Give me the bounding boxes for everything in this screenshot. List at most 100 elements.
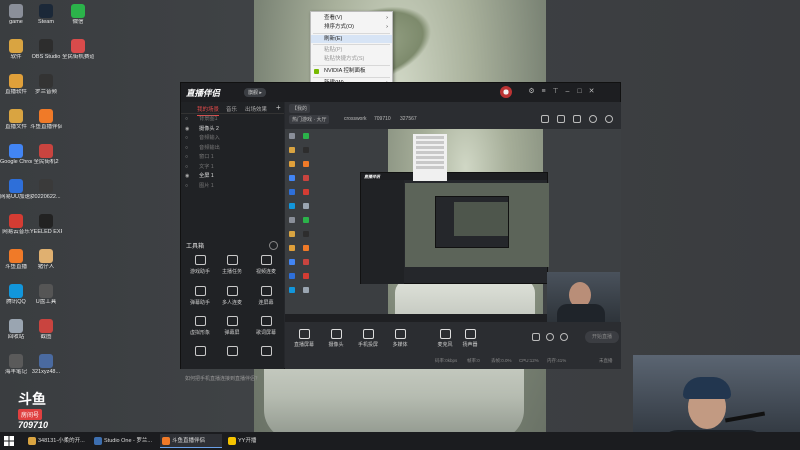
tab-music[interactable]: 音乐: [226, 105, 237, 113]
context-menu-item[interactable]: 刷新(E): [311, 34, 392, 44]
toolbox-settings-icon[interactable]: [269, 241, 278, 250]
taskbar-item[interactable]: 斗鱼直播伴侣: [160, 434, 222, 448]
gift-icon[interactable]: [541, 115, 549, 123]
desktop-icon[interactable]: 全民街机2: [30, 142, 62, 176]
close-icon[interactable]: ✕: [587, 87, 596, 96]
desktop-icon[interactable]: 回收站: [0, 317, 32, 351]
room-category[interactable]: 热门游戏 · 大厅: [289, 115, 330, 124]
record-icon[interactable]: [532, 333, 540, 341]
eye-off-icon[interactable]: ○: [185, 163, 188, 173]
scene-item[interactable]: ○ 音频输入: [181, 134, 284, 144]
visibility-icon[interactable]: [546, 333, 554, 341]
scene-item[interactable]: ○ 背景图1: [181, 115, 284, 125]
scene-item[interactable]: ○ 窗口 1: [181, 153, 284, 163]
scene-item[interactable]: ◉ 摄像头 2: [181, 125, 284, 135]
eye-off-icon[interactable]: ○: [185, 144, 188, 154]
add-scene-icon[interactable]: +: [276, 103, 281, 112]
desktop-icon[interactable]: 网易云音乐: [0, 212, 32, 246]
desktop-icon[interactable]: 直播文件: [0, 107, 32, 141]
scene-item[interactable]: ◉ 全屏 1: [181, 172, 284, 182]
control-label: 摄像头: [328, 342, 344, 348]
windows-start-icon[interactable]: [4, 436, 14, 446]
taskbar-item[interactable]: YY开播: [226, 434, 264, 448]
desktop-icon[interactable]: 321xyz48...: [30, 352, 62, 386]
lock-icon[interactable]: [557, 115, 565, 123]
control-camera[interactable]: 摄像头: [321, 329, 351, 348]
desktop-icon[interactable]: 斗鱼直播伴侣: [30, 107, 62, 141]
eye-off-icon[interactable]: ○: [185, 153, 188, 163]
control-phone-cast[interactable]: 手机投屏: [353, 329, 383, 348]
eye-off-icon[interactable]: ○: [185, 182, 188, 192]
desktop-icon[interactable]: 海羊笔记: [0, 352, 32, 386]
context-menu-item[interactable]: NVIDIA 控制面板: [311, 67, 392, 76]
desktop-icon[interactable]: 斗鱼直播: [0, 247, 32, 281]
tool-button[interactable]: [183, 346, 217, 374]
context-menu-item[interactable]: 粘贴快捷方式(S): [311, 55, 392, 64]
stream-preview[interactable]: 直播伴侣: [285, 129, 621, 322]
desktop-icon[interactable]: 网易UU加速器: [0, 177, 32, 211]
maximize-icon[interactable]: □: [575, 87, 584, 96]
tool-button[interactable]: 虚拟形象: [183, 316, 217, 344]
desktop-icon[interactable]: game: [0, 2, 32, 36]
tool-button[interactable]: [249, 346, 283, 374]
control-monitor[interactable]: 直播屏幕: [289, 329, 319, 348]
context-menu-item[interactable]: 粘贴(P): [311, 46, 392, 55]
bell-icon[interactable]: [589, 115, 597, 123]
tab-entrance[interactable]: 出场效果: [245, 105, 267, 113]
menu-icon[interactable]: ≡: [539, 87, 548, 96]
desktop-icon[interactable]: 猪仔人: [30, 247, 62, 281]
eye-off-icon[interactable]: ○: [185, 115, 188, 125]
desktop-icon-label: 海羊笔记: [4, 369, 27, 375]
tool-button[interactable]: 游戏助手: [183, 255, 217, 283]
scene-item[interactable]: ○ 音频输出: [181, 144, 284, 154]
settings-icon[interactable]: [560, 333, 568, 341]
desktop-icon[interactable]: Steam: [30, 2, 62, 36]
tool-button[interactable]: 多人连麦: [215, 286, 249, 314]
tool-button[interactable]: 连屏幕: [249, 286, 283, 314]
tab-scenes[interactable]: 我的场景: [197, 105, 220, 116]
nested-app-preview: 直播伴侣: [360, 172, 549, 284]
camera-source[interactable]: [547, 272, 620, 322]
control-speaker[interactable]: 扬声器: [455, 329, 485, 348]
tool-button[interactable]: 视频连麦: [249, 255, 283, 283]
user-avatar[interactable]: [500, 86, 512, 98]
help-tip[interactable]: 如何把手机直播连接到直播伴侣？: [185, 375, 260, 382]
tool-button[interactable]: 歌词屏幕: [249, 316, 283, 344]
minimize-icon[interactable]: –: [563, 87, 572, 96]
room-title[interactable]: 【我的: [289, 104, 311, 113]
tool-button[interactable]: 弹幕屏: [215, 316, 249, 344]
tool-button[interactable]: [215, 346, 249, 374]
context-menu-item[interactable]: 排序方式(O) ›: [311, 23, 392, 32]
start-live-button[interactable]: 开始直播: [585, 331, 619, 343]
pin-icon[interactable]: ⊤: [551, 87, 560, 96]
scene-item[interactable]: ○ 图片 1: [181, 182, 284, 192]
desktop-icon[interactable]: 截图: [30, 317, 62, 351]
desktop-icon[interactable]: 腾讯QQ: [0, 282, 32, 316]
eye-off-icon[interactable]: ○: [185, 134, 188, 144]
taskbar-item[interactable]: Studio One - 罗兰...: [92, 434, 156, 448]
eye-icon[interactable]: ◉: [185, 125, 189, 135]
desktop-icon[interactable]: OBS Studio: [30, 37, 62, 71]
desktop-icon[interactable]: 微信: [62, 2, 94, 36]
tool-button[interactable]: 主播任务: [215, 255, 249, 283]
settings-icon[interactable]: ⚙: [527, 87, 536, 96]
taskbar-item[interactable]: 348131-小柔的开...: [26, 434, 88, 448]
scene-item[interactable]: ○ 文字 1: [181, 163, 284, 173]
desktop-icon[interactable]: YEELED EXPER...: [30, 212, 62, 246]
desktop-icon[interactable]: Google Chrome: [0, 142, 32, 176]
desktop-icon[interactable]: 罗兰音频: [30, 72, 62, 106]
desktop-icon[interactable]: U盘工具: [30, 282, 62, 316]
version-badge[interactable]: 旗舰 ▸: [244, 88, 266, 97]
chat-icon[interactable]: [573, 115, 581, 123]
share-icon[interactable]: [605, 115, 613, 123]
context-menu-item[interactable]: 查看(V) ›: [311, 14, 392, 23]
control-media[interactable]: 多媒体: [385, 329, 415, 348]
desktop-icon[interactable]: 软件: [0, 37, 32, 71]
nested-context-menu: [413, 134, 447, 181]
desktop-icon[interactable]: 全民街机赛道: [62, 37, 94, 71]
desktop-icon[interactable]: 20220622...: [30, 177, 62, 211]
desktop-icon[interactable]: 直播软件: [0, 72, 32, 106]
tool-button[interactable]: 弹幕助手: [183, 286, 217, 314]
eye-icon[interactable]: ◉: [185, 172, 189, 182]
app-icon: [9, 39, 23, 53]
